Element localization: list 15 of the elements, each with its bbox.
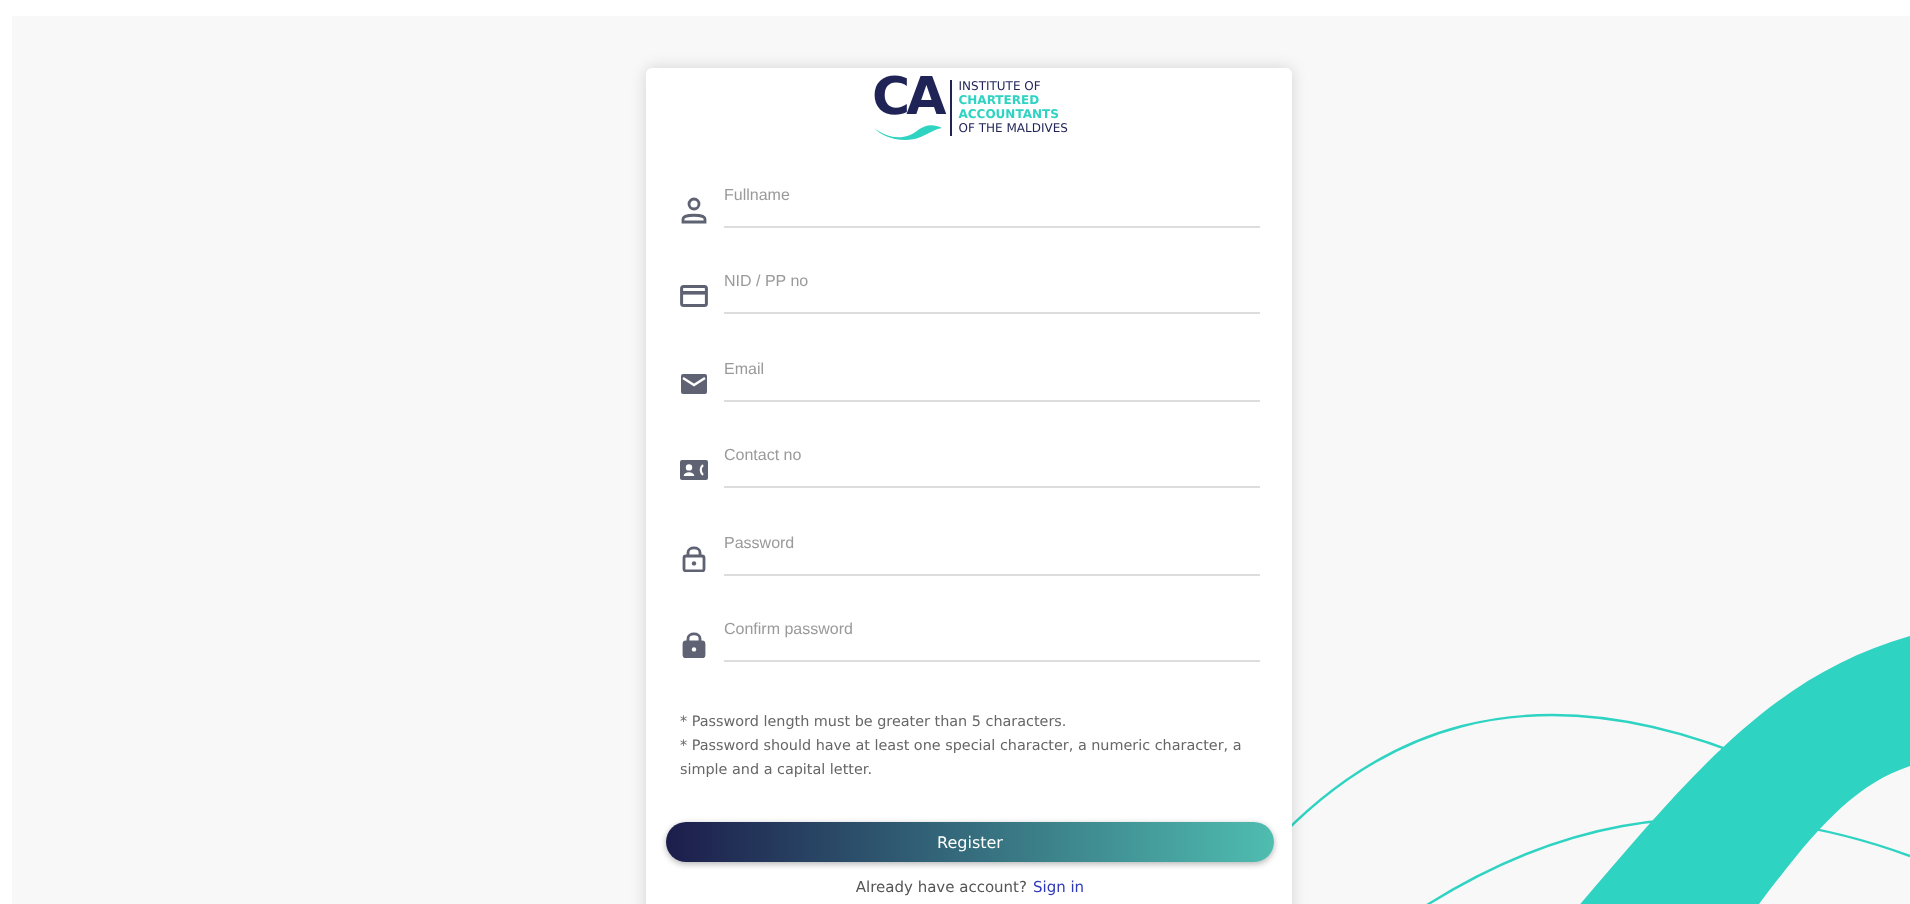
contact-card-icon [680, 456, 708, 484]
register-button[interactable]: Register [666, 822, 1274, 862]
person-icon [680, 195, 708, 223]
text-field[interactable]: Email [724, 359, 1260, 401]
text-field[interactable]: Confirm password [724, 620, 1260, 662]
text-field[interactable]: NID / PP no [724, 272, 1260, 314]
text-field[interactable]: Contact no [724, 446, 1260, 488]
lock-icon [680, 630, 708, 658]
text-field[interactable]: Fullname [724, 185, 1260, 227]
credit-card-icon [680, 282, 708, 310]
mail-icon [680, 369, 708, 397]
wave-icon [873, 122, 942, 140]
logo-mark: CA [872, 76, 943, 120]
lock-icon [680, 543, 708, 571]
text-field[interactable]: Password [724, 533, 1260, 575]
